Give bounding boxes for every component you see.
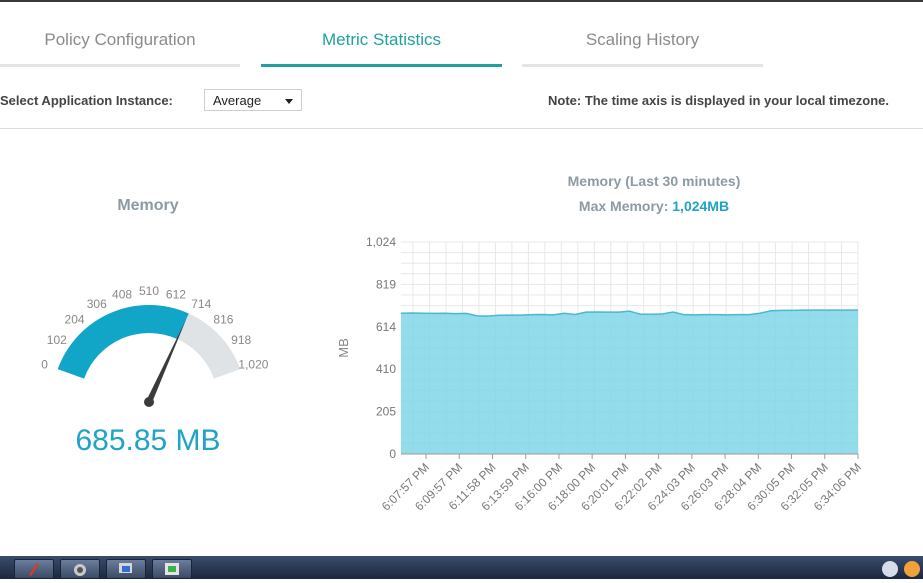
- taskbar-button[interactable]: [60, 559, 100, 579]
- app-2-icon: [74, 564, 86, 576]
- tab-scaling-history[interactable]: Scaling History: [522, 30, 763, 52]
- gauge-value: 685.85 MB: [75, 424, 221, 457]
- gauge-title: Memory: [117, 197, 179, 214]
- max-memory-label: Max Memory:: [578, 198, 669, 214]
- timezone-note: Note: The time axis is displayed in your…: [548, 93, 889, 108]
- tab-policy-configuration-underline: [0, 64, 240, 67]
- gauge-tick-label: 510: [139, 284, 159, 298]
- instance-select[interactable]: Average: [204, 89, 302, 111]
- gauge-tick-label: 102: [47, 333, 67, 347]
- gauge-tick-label: 0: [41, 357, 48, 371]
- app-3-icon: [119, 563, 132, 573]
- tab-policy-configuration[interactable]: Policy Configuration: [0, 30, 240, 52]
- gauge-needle-pivot: [144, 397, 154, 407]
- taskbar-button[interactable]: [152, 559, 192, 579]
- gauge-tick-label: 1,020: [238, 357, 268, 371]
- app-1-icon: [29, 563, 39, 576]
- memory-area-chart: 02054106148191,024MB6:07:57 PM6:09:57 PM…: [336, 235, 864, 514]
- toolbar-divider: [0, 128, 923, 129]
- y-axis-label: MB: [336, 338, 351, 358]
- instance-select-label: Select Application Instance:: [0, 93, 173, 108]
- app-4-icon: [165, 563, 179, 575]
- memory-series-area: [401, 310, 858, 454]
- gauge-tick-label: 306: [87, 297, 107, 311]
- chart-subtitle: Max Memory: 1,024MB: [514, 198, 794, 214]
- instance-select-value: Average: [213, 93, 262, 108]
- tab-scaling-history-underline: [522, 64, 763, 67]
- taskbar-button[interactable]: [106, 559, 146, 579]
- y-tick-label: 819: [376, 277, 396, 291]
- tab-metric-statistics[interactable]: Metric Statistics: [261, 30, 502, 52]
- gauge-tick-label: 714: [191, 297, 211, 311]
- window-top-border: [0, 0, 923, 2]
- gauge-tick-label: 408: [112, 287, 132, 301]
- gauge-tick-label: 918: [231, 333, 251, 347]
- max-memory-value: 1,024MB: [672, 198, 730, 214]
- chart-title: Memory (Last 30 minutes): [567, 173, 741, 189]
- gauge-tick-label: 204: [65, 313, 85, 327]
- chevron-down-icon: [285, 99, 293, 104]
- gauge-tick-label: 612: [166, 287, 186, 301]
- y-tick-label: 1,024: [366, 235, 396, 249]
- network-icon[interactable]: [882, 561, 898, 577]
- y-tick-label: 410: [376, 362, 396, 376]
- y-tick-label: 0: [389, 447, 396, 461]
- tab-metric-statistics-underline: [261, 64, 502, 67]
- taskbar-button[interactable]: [14, 559, 54, 579]
- memory-gauge: 0102204306408 510 6127148169181,020: [41, 284, 269, 407]
- y-tick-label: 614: [376, 320, 396, 334]
- update-icon[interactable]: [904, 561, 920, 577]
- y-tick-label: 205: [376, 405, 396, 419]
- gauge-tick-label: 816: [213, 313, 233, 327]
